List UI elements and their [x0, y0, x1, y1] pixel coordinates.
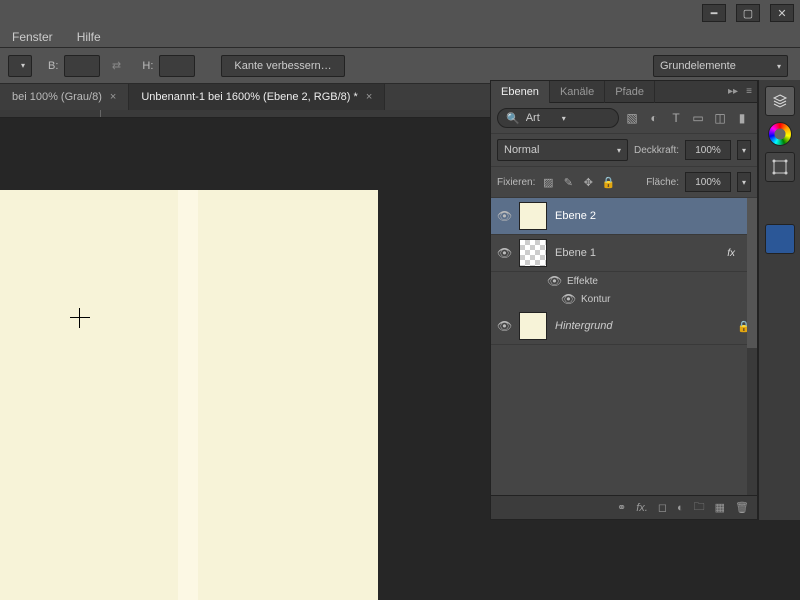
minimize-button[interactable]: ━: [702, 4, 726, 22]
dock-color-icon[interactable]: [768, 122, 792, 146]
tab-kanaele[interactable]: Kanäle: [550, 81, 605, 103]
dock-swatch-icon[interactable]: [765, 224, 795, 254]
adjustment-layer-icon[interactable]: ◐: [677, 502, 684, 514]
layer-effects-row[interactable]: 👁 Effekte: [491, 272, 757, 290]
layer-row[interactable]: 👁 Ebene 2: [491, 198, 757, 235]
lock-position-icon[interactable]: ✥: [581, 175, 595, 189]
layer-row[interactable]: 👁 Hintergrund 🔒: [491, 308, 757, 345]
refine-edge-button[interactable]: Kante verbessern…: [221, 55, 344, 77]
visibility-icon[interactable]: 👁: [561, 292, 575, 306]
collapse-icon[interactable]: ▸▸: [725, 86, 741, 97]
scrollbar[interactable]: [747, 198, 757, 495]
layer-name[interactable]: Ebene 2: [555, 210, 751, 222]
link-layers-icon[interactable]: ⚭: [617, 501, 626, 514]
lock-row: Fixieren: ▨ ✎ ✥ 🔒 Fläche: 100% ▾: [491, 167, 757, 198]
chevron-down-icon: ▾: [777, 62, 781, 71]
layer-mask-icon[interactable]: ◻: [658, 501, 667, 514]
filter-adjust-icon[interactable]: ◐: [645, 109, 663, 127]
width-input[interactable]: [64, 55, 100, 77]
swap-dimensions-icon[interactable]: ⇄: [106, 59, 126, 72]
visibility-icon[interactable]: 👁: [547, 274, 561, 288]
opacity-label: Deckkraft:: [634, 145, 679, 156]
tab-title: Unbenannt-1 bei 1600% (Ebene 2, RGB/8) *: [141, 91, 357, 103]
maximize-button[interactable]: ▢: [736, 4, 760, 22]
panel-footer: ⚭ fx. ◻ ◐ 🗀 ▦ 🗑: [491, 495, 757, 519]
layer-effect-item[interactable]: 👁 Kontur: [491, 290, 757, 308]
lock-all-icon[interactable]: 🔒: [601, 175, 615, 189]
chevron-down-icon: ▾: [617, 146, 621, 155]
aspect-dropdown[interactable]: ▾: [8, 55, 32, 77]
lock-label: Fixieren:: [497, 177, 535, 188]
tab-ebenen[interactable]: Ebenen: [491, 81, 550, 103]
menu-fenster[interactable]: Fenster: [12, 30, 53, 44]
fill-stepper[interactable]: ▾: [737, 172, 751, 192]
blend-row: Normal ▾ Deckkraft: 100% ▾: [491, 134, 757, 167]
document-tab[interactable]: Unbenannt-1 bei 1600% (Ebene 2, RGB/8) *…: [129, 84, 385, 110]
panel-dock: [758, 80, 800, 520]
delete-layer-icon[interactable]: 🗑: [735, 501, 749, 514]
options-bar: ▾ B: ⇄ H: Kante verbessern… Grundelement…: [0, 48, 800, 84]
panel-tabs: Ebenen Kanäle Pfade ▸▸ ≡: [491, 81, 757, 103]
filter-pixel-icon[interactable]: ▧: [623, 109, 641, 127]
layer-name[interactable]: Ebene 1: [555, 247, 719, 259]
canvas-stripe: [178, 190, 198, 600]
close-tab-icon[interactable]: ×: [110, 91, 116, 103]
filter-type-icon[interactable]: T: [667, 109, 685, 127]
search-icon: 🔍: [506, 112, 520, 125]
lock-transparency-icon[interactable]: ▨: [541, 175, 555, 189]
tab-title: bei 100% (Grau/8): [12, 91, 102, 103]
width-label: B:: [48, 60, 58, 72]
dock-layers-icon[interactable]: [765, 86, 795, 116]
chevron-down-icon: ▾: [562, 114, 566, 123]
menu-hilfe[interactable]: Hilfe: [77, 30, 101, 44]
close-button[interactable]: ✕: [770, 4, 794, 22]
layer-filter-dropdown[interactable]: 🔍 ▾: [497, 108, 619, 128]
layer-row[interactable]: 👁 Ebene 1 fx ▾: [491, 235, 757, 272]
panel-menu-icon[interactable]: ≡: [741, 86, 757, 97]
new-layer-icon[interactable]: ▦: [715, 501, 725, 514]
filter-toggle[interactable]: ▮: [733, 109, 751, 127]
effect-name: Kontur: [581, 294, 610, 305]
layer-style-icon[interactable]: fx.: [636, 502, 648, 514]
layer-thumbnail[interactable]: [519, 202, 547, 230]
visibility-icon[interactable]: 👁: [497, 246, 511, 260]
layer-thumbnail[interactable]: [519, 312, 547, 340]
window-titlebar: ━ ▢ ✕: [0, 0, 800, 26]
lock-paint-icon[interactable]: ✎: [561, 175, 575, 189]
opacity-value[interactable]: 100%: [685, 140, 731, 160]
filter-shape-icon[interactable]: ▭: [689, 109, 707, 127]
document-tab[interactable]: bei 100% (Grau/8) ×: [0, 84, 129, 110]
new-group-icon[interactable]: 🗀: [694, 498, 705, 517]
layers-panel: Ebenen Kanäle Pfade ▸▸ ≡ 🔍 ▾ ▧ ◐ T ▭ ◫ ▮…: [490, 80, 758, 520]
opacity-stepper[interactable]: ▾: [737, 140, 751, 160]
fx-badge[interactable]: fx: [727, 248, 735, 259]
tab-pfade[interactable]: Pfade: [605, 81, 655, 103]
visibility-icon[interactable]: 👁: [497, 209, 511, 223]
height-label: H:: [142, 60, 153, 72]
dock-transform-icon[interactable]: [765, 152, 795, 182]
workspace-label: Grundelemente: [660, 60, 736, 72]
filter-type[interactable]: [526, 112, 556, 124]
filter-smart-icon[interactable]: ◫: [711, 109, 729, 127]
layer-filter-row: 🔍 ▾ ▧ ◐ T ▭ ◫ ▮: [491, 103, 757, 134]
blend-mode-value: Normal: [504, 144, 539, 156]
fill-label: Fläche:: [646, 177, 679, 188]
effects-label: Effekte: [567, 276, 598, 287]
layer-list: 👁 Ebene 2 👁 Ebene 1 fx ▾ 👁 Effekte 👁 Kon…: [491, 198, 757, 495]
close-tab-icon[interactable]: ×: [366, 91, 372, 103]
menubar: Fenster Hilfe: [0, 26, 800, 48]
layer-name[interactable]: Hintergrund: [555, 320, 729, 332]
visibility-icon[interactable]: 👁: [497, 319, 511, 333]
canvas[interactable]: [0, 190, 378, 600]
blend-mode-dropdown[interactable]: Normal ▾: [497, 139, 628, 161]
workspace-dropdown[interactable]: Grundelemente ▾: [653, 55, 788, 77]
layer-thumbnail[interactable]: [519, 239, 547, 267]
cursor-crosshair: [70, 308, 90, 328]
fill-value[interactable]: 100%: [685, 172, 731, 192]
height-input[interactable]: [159, 55, 195, 77]
